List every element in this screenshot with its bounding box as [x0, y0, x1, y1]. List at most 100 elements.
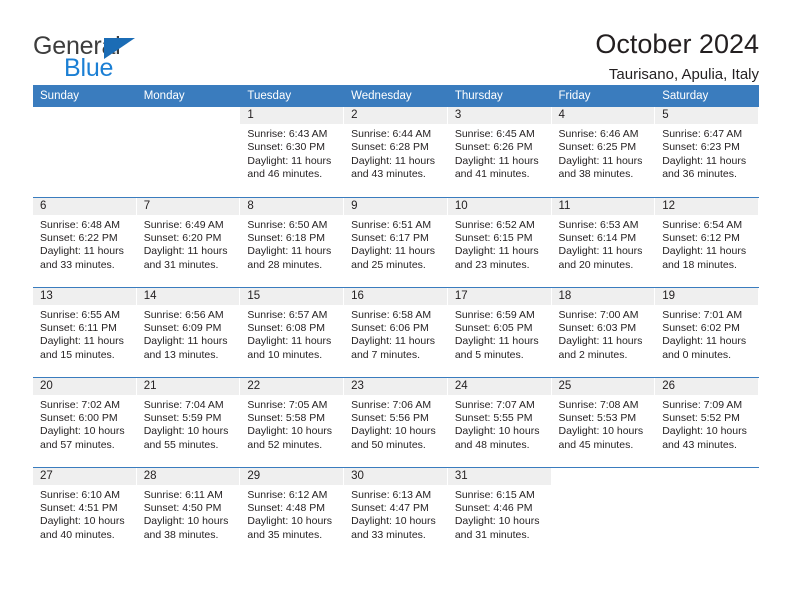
day-detail-line: and 25 minutes.: [351, 258, 426, 271]
day-number: 24: [447, 377, 552, 395]
day-detail-line: and 38 minutes.: [143, 528, 219, 541]
calendar-day-cell[interactable]: 26 Sunrise: 7:09 AM Sunset: 5:52 PM Dayligh…: [655, 376, 759, 467]
calendar-day-cell[interactable]: 24 Sunrise: 7:07 AM Sunset: 5:55 PM Dayligh…: [447, 376, 552, 467]
calendar-week-row: 6 Sunrise: 6:48 AM Sunset: 6:22 PM Daylight…: [33, 196, 759, 287]
day-details: [33, 124, 137, 128]
day-cell-inner: 13 Sunrise: 6:55 AM Sunset: 6:11 PM Dayligh…: [33, 287, 137, 377]
day-detail-line: Sunset: 5:55 PM: [454, 411, 533, 424]
day-detail-line: and 36 minutes.: [662, 168, 737, 181]
calendar-day-cell[interactable]: 10 Sunrise: 6:52 AM Sunset: 6:15 PM Dayligh…: [447, 196, 552, 287]
calendar-day-cell[interactable]: 27 Sunrise: 6:10 AM Sunset: 4:51 PM Dayligh…: [33, 466, 137, 557]
day-detail-line: Daylight: 11 hours: [558, 335, 643, 348]
calendar-day-cell[interactable]: 18 Sunrise: 7:00 AM Sunset: 6:03 PM Dayligh…: [551, 286, 656, 377]
day-detail-line: Daylight: 11 hours: [558, 245, 643, 258]
calendar-day-cell[interactable]: 2 Sunrise: 6:44 AM Sunset: 6:28 PM Daylight…: [344, 107, 448, 197]
calendar-day-cell[interactable]: 17 Sunrise: 6:59 AM Sunset: 6:05 PM Dayligh…: [447, 286, 552, 377]
calendar-day-cell[interactable]: 31 Sunrise: 6:15 AM Sunset: 4:46 PM Dayligh…: [447, 466, 552, 558]
day-detail-line: Sunset: 6:20 PM: [143, 231, 222, 244]
day-detail-line: Sunset: 5:59 PM: [143, 411, 222, 424]
calendar-day-cell[interactable]: 3 Sunrise: 6:45 AM Sunset: 6:26 PM Daylight…: [447, 107, 552, 197]
day-detail-line: and 31 minutes.: [143, 258, 219, 271]
day-details: Sunrise: 6:47 AM Sunset: 6:23 PM Daylight:…: [655, 124, 759, 182]
day-detail-line: and 0 minutes.: [662, 348, 732, 361]
day-detail-line: Sunset: 6:23 PM: [662, 141, 740, 154]
day-number: 8: [240, 197, 345, 215]
calendar-day-cell[interactable]: 8 Sunrise: 6:50 AM Sunset: 6:18 PM Daylight…: [240, 196, 345, 287]
day-detail-line: Sunrise: 7:09 AM: [662, 398, 743, 411]
day-details: Sunrise: 6:15 AM Sunset: 4:46 PM Daylight:…: [448, 485, 552, 543]
day-details: Sunrise: 6:57 AM Sunset: 6:08 PM Daylight:…: [240, 305, 344, 363]
day-cell-inner: 24 Sunrise: 7:07 AM Sunset: 5:55 PM Dayligh…: [447, 377, 552, 467]
general-blue-logo[interactable]: General Blue: [33, 28, 153, 82]
calendar-day-cell[interactable]: 22 Sunrise: 7:05 AM Sunset: 5:58 PM Dayligh…: [240, 376, 345, 467]
day-detail-line: Daylight: 11 hours: [558, 154, 643, 167]
day-cell-inner: 18 Sunrise: 7:00 AM Sunset: 6:03 PM Dayligh…: [551, 287, 656, 377]
calendar-day-cell: [33, 107, 137, 197]
location-subtitle: Taurisano, Apulia, Italy: [608, 66, 759, 83]
calendar-day-cell: [551, 466, 656, 557]
calendar-day-cell[interactable]: 7 Sunrise: 6:49 AM Sunset: 6:20 PM Daylight…: [136, 196, 241, 287]
logo-text-blue: Blue: [64, 54, 114, 82]
day-detail-line: and 38 minutes.: [558, 168, 634, 181]
day-cell-inner: 6 Sunrise: 6:48 AM Sunset: 6:22 PM Daylight…: [33, 197, 137, 287]
calendar-day-cell[interactable]: 20 Sunrise: 7:02 AM Sunset: 6:00 PM Dayligh…: [33, 376, 137, 467]
day-cell-inner: 10 Sunrise: 6:52 AM Sunset: 6:15 PM Dayligh…: [447, 197, 552, 287]
day-details: Sunrise: 7:09 AM Sunset: 5:52 PM Daylight:…: [655, 395, 759, 453]
weekday-header-monday: Monday: [136, 85, 241, 107]
calendar-day-cell[interactable]: 21 Sunrise: 7:04 AM Sunset: 5:59 PM Dayligh…: [136, 376, 241, 467]
day-detail-line: and 33 minutes.: [351, 528, 426, 541]
day-cell-inner: 15 Sunrise: 6:57 AM Sunset: 6:08 PM Dayligh…: [240, 287, 345, 377]
day-detail-line: Sunrise: 7:08 AM: [558, 398, 639, 411]
calendar-day-cell[interactable]: 6 Sunrise: 6:48 AM Sunset: 6:22 PM Daylight…: [33, 196, 137, 287]
day-detail-line: Sunset: 6:00 PM: [40, 411, 118, 424]
calendar-day-cell[interactable]: 28 Sunrise: 6:11 AM Sunset: 4:50 PM Dayligh…: [136, 466, 241, 557]
calendar-day-cell[interactable]: 4 Sunrise: 6:46 AM Sunset: 6:25 PM Daylight…: [551, 107, 656, 197]
day-detail-line: Daylight: 11 hours: [351, 154, 435, 167]
calendar-day-cell[interactable]: 15 Sunrise: 6:57 AM Sunset: 6:08 PM Dayligh…: [240, 286, 345, 377]
calendar-day-cell[interactable]: 11 Sunrise: 6:53 AM Sunset: 6:14 PM Dayligh…: [551, 196, 656, 287]
day-number: 14: [136, 287, 241, 305]
day-detail-line: Daylight: 11 hours: [40, 335, 124, 348]
day-details: [655, 485, 759, 489]
day-details: [137, 124, 241, 128]
day-detail-line: and 2 minutes.: [558, 348, 628, 361]
day-number: 12: [655, 197, 759, 215]
day-cell-inner: 26 Sunrise: 7:09 AM Sunset: 5:52 PM Dayligh…: [655, 377, 759, 467]
calendar-day-cell[interactable]: 12 Sunrise: 6:54 AM Sunset: 6:12 PM Dayligh…: [655, 196, 759, 287]
day-details: Sunrise: 7:06 AM Sunset: 5:56 PM Daylight:…: [344, 395, 448, 453]
day-detail-line: Sunset: 4:46 PM: [454, 501, 533, 514]
day-detail-line: Daylight: 11 hours: [454, 154, 539, 167]
calendar-day-cell[interactable]: 1 Sunrise: 6:43 AM Sunset: 6:30 PM Daylight…: [240, 107, 345, 197]
day-cell-inner: 21 Sunrise: 7:04 AM Sunset: 5:59 PM Dayligh…: [136, 377, 241, 467]
calendar-day-cell[interactable]: 5 Sunrise: 6:47 AM Sunset: 6:23 PM Daylight…: [655, 107, 759, 197]
day-detail-line: Sunrise: 6:49 AM: [143, 218, 224, 231]
day-detail-line: Sunset: 6:18 PM: [247, 231, 326, 244]
calendar-day-cell[interactable]: 13 Sunrise: 6:55 AM Sunset: 6:11 PM Dayligh…: [33, 286, 137, 377]
calendar-day-cell[interactable]: 14 Sunrise: 6:56 AM Sunset: 6:09 PM Dayligh…: [136, 286, 241, 377]
calendar-day-cell[interactable]: 16 Sunrise: 6:58 AM Sunset: 6:06 PM Dayligh…: [344, 286, 448, 377]
day-detail-line: Sunset: 4:50 PM: [143, 501, 222, 514]
day-details: Sunrise: 6:52 AM Sunset: 6:15 PM Daylight:…: [448, 215, 552, 273]
day-detail-line: Sunrise: 7:04 AM: [143, 398, 224, 411]
day-detail-line: Sunset: 4:47 PM: [351, 501, 429, 514]
day-number: 30: [344, 467, 448, 485]
day-detail-line: and 33 minutes.: [40, 258, 115, 271]
day-detail-line: Sunset: 5:53 PM: [558, 411, 637, 424]
day-detail-line: and 46 minutes.: [247, 168, 323, 181]
calendar-day-cell[interactable]: 19 Sunrise: 7:01 AM Sunset: 6:02 PM Dayligh…: [655, 286, 759, 377]
calendar-week-row: 1 Sunrise: 6:43 AM Sunset: 6:30 PM Daylight…: [33, 107, 759, 197]
day-detail-line: and 40 minutes.: [40, 528, 115, 541]
calendar-day-cell[interactable]: 25 Sunrise: 7:08 AM Sunset: 5:53 PM Dayligh…: [551, 376, 656, 467]
day-detail-line: Sunrise: 7:01 AM: [662, 308, 743, 321]
day-detail-line: Daylight: 10 hours: [454, 515, 540, 528]
calendar-day-cell[interactable]: 29 Sunrise: 6:12 AM Sunset: 4:48 PM Dayligh…: [240, 466, 345, 557]
day-number: 7: [136, 197, 241, 215]
day-details: Sunrise: 7:00 AM Sunset: 6:03 PM Daylight:…: [552, 305, 656, 363]
day-details: Sunrise: 6:49 AM Sunset: 6:20 PM Daylight:…: [137, 215, 241, 273]
day-cell-inner: 31 Sunrise: 6:15 AM Sunset: 4:46 PM Dayligh…: [447, 467, 552, 558]
day-number: 23: [344, 377, 448, 395]
day-cell-inner: 3 Sunrise: 6:45 AM Sunset: 6:26 PM Daylight…: [447, 107, 552, 197]
calendar-day-cell[interactable]: 9 Sunrise: 6:51 AM Sunset: 6:17 PM Daylight…: [344, 196, 448, 287]
calendar-day-cell[interactable]: 23 Sunrise: 7:06 AM Sunset: 5:56 PM Dayligh…: [344, 376, 448, 467]
calendar-day-cell[interactable]: 30 Sunrise: 6:13 AM Sunset: 4:47 PM Dayligh…: [344, 466, 448, 557]
